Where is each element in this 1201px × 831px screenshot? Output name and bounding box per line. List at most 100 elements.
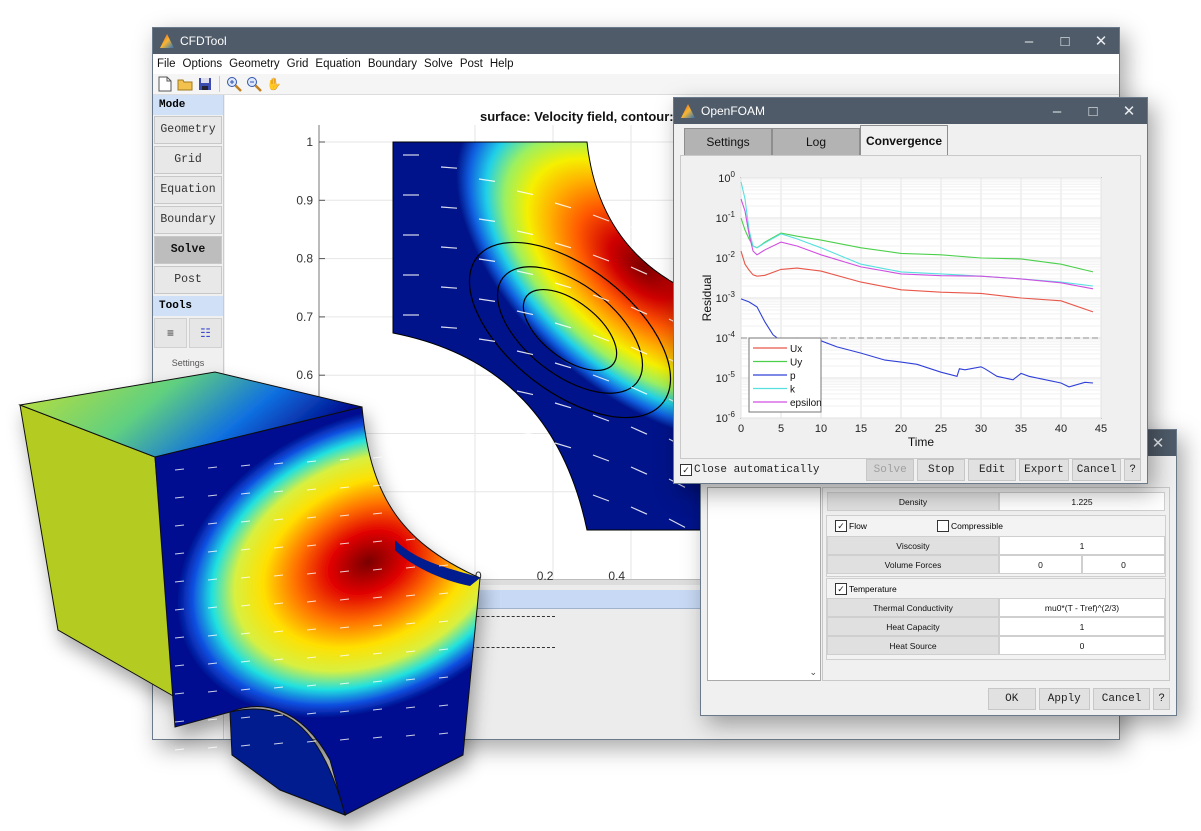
velocity-arrow	[516, 470, 534, 476]
velocity-arrow	[438, 452, 449, 455]
tab-settings[interactable]: Settings	[684, 128, 772, 156]
heat-source-input[interactable]: 0	[999, 636, 1165, 655]
openfoam-titlebar[interactable]: OpenFOAM – □ ✕	[674, 98, 1147, 124]
heat-source-row: Heat Source 0	[827, 636, 1165, 655]
pan-hand-icon[interactable]: ✋	[266, 76, 282, 92]
thermal-conductivity-input[interactable]: mu0*(T - Tref)^(2/3)	[999, 598, 1165, 617]
temperature-checkbox[interactable]: ✓ Temperature	[835, 583, 897, 595]
menu-solve[interactable]: Solve	[424, 58, 453, 70]
help-button[interactable]: ?	[1124, 459, 1141, 481]
y-tick-exponent: -2	[728, 250, 736, 259]
close-button[interactable]: ✕	[1111, 98, 1147, 124]
cancel-button[interactable]: Cancel	[1092, 688, 1151, 710]
mode-button-post[interactable]: Post	[154, 266, 222, 294]
legend-label-Ux: Ux	[790, 344, 802, 355]
velocity-arrow	[516, 430, 534, 436]
settings-globe-icon[interactable]: ☷	[189, 318, 222, 348]
heat-capacity-input[interactable]: 1	[999, 617, 1165, 636]
x-tick-label: 15	[855, 423, 867, 435]
density-label: Density	[827, 492, 999, 511]
export-button[interactable]: Export	[1019, 459, 1069, 481]
mode-button-equation[interactable]: Equation	[154, 176, 222, 204]
menu-file[interactable]: File	[157, 58, 176, 70]
menu-options[interactable]: Options	[183, 58, 223, 70]
close-button[interactable]: ✕	[1083, 28, 1119, 54]
flow-label: Flow	[849, 521, 867, 531]
volume-force-y-input[interactable]: 0	[1082, 555, 1165, 574]
subdomain-list[interactable]: ⌄	[707, 487, 821, 681]
volume-forces-label: Volume Forces	[827, 555, 999, 574]
legend-label-Uy: Uy	[790, 358, 802, 369]
ok-button[interactable]: OK	[987, 688, 1036, 710]
y-tick-label: 10-3	[716, 290, 736, 305]
heat-capacity-row: Heat Capacity 1	[827, 617, 1165, 636]
cancel-button[interactable]: Cancel	[1071, 459, 1122, 481]
convergence-chart[interactable]: 0 5 10 15 20 25 30 35 40 45 100 10-1 10-2 10-3 10-4 10-…	[681, 156, 1140, 456]
checkbox-checked-icon[interactable]: ✓	[835, 583, 847, 595]
x-axis-label: Time	[908, 435, 935, 449]
mode-header: Mode	[153, 95, 223, 115]
y-tick-exponent: -5	[728, 370, 736, 379]
menu-equation[interactable]: Equation	[315, 58, 360, 70]
menu-boundary[interactable]: Boundary	[368, 58, 417, 70]
chevron-down-icon[interactable]: ⌄	[809, 667, 817, 678]
save-icon[interactable]	[197, 76, 213, 92]
mode-button-grid[interactable]: Grid	[154, 146, 222, 174]
velocity-arrow	[438, 480, 449, 483]
y-tick-label: 10-2	[716, 250, 736, 265]
volume-force-x-input[interactable]: 0	[999, 555, 1082, 574]
velocity-arrow	[372, 456, 383, 459]
cfdtool-titlebar[interactable]: CFDTool – □ ✕	[153, 28, 1119, 54]
window-title: CFDTool	[180, 34, 227, 48]
apply-button[interactable]: Apply	[1038, 688, 1090, 710]
properties-panel: Density 1.225 ✓ Flow Compressible Viscos…	[822, 487, 1170, 681]
tab-convergence[interactable]: Convergence	[860, 125, 948, 155]
minimize-button[interactable]: –	[1011, 28, 1047, 54]
y-tick-label: 10-1	[716, 210, 736, 225]
flow-checkbox[interactable]: ✓ Flow Compressible	[835, 520, 1003, 532]
minimize-button[interactable]: –	[1039, 98, 1075, 124]
density-input[interactable]: 1.225	[999, 492, 1165, 511]
x-tick-label: 35	[1015, 423, 1027, 435]
volume-forces-row: Volume Forces 0 0	[827, 555, 1165, 574]
stop-button[interactable]: Stop	[917, 459, 966, 481]
x-tick-label: 5	[778, 423, 784, 435]
menu-bar: File Options Geometry Grid Equation Boun…	[153, 54, 1119, 74]
toolbar-separator	[219, 76, 220, 92]
close-automatically-checkbox[interactable]: ✓	[680, 464, 692, 476]
open-folder-icon[interactable]	[177, 76, 193, 92]
mode-button-solve[interactable]: Solve	[154, 236, 222, 264]
zoom-out-icon[interactable]	[246, 76, 262, 92]
maximize-button[interactable]: □	[1075, 98, 1111, 124]
edit-button[interactable]: Edit	[968, 459, 1017, 481]
3d-velocity-render	[18, 371, 481, 816]
y-tick-label: 0.7	[296, 310, 313, 324]
new-file-icon[interactable]	[157, 76, 173, 92]
legend-label-p: p	[790, 371, 796, 382]
y-tick-label: 0.8	[296, 252, 313, 266]
menu-post[interactable]: Post	[460, 58, 483, 70]
openfoam-bottom-bar: ✓ Close automatically Solve Stop Edit Ex…	[680, 459, 1141, 481]
menu-help[interactable]: Help	[490, 58, 514, 70]
checkbox-checked-icon[interactable]: ✓	[835, 520, 847, 532]
x-tick-label: 20	[895, 423, 907, 435]
equal-icon[interactable]: ≡	[154, 318, 187, 348]
thermal-conductivity-label: Thermal Conductivity	[827, 598, 999, 617]
window-title: OpenFOAM	[701, 104, 766, 118]
x-tick-label: 40	[1055, 423, 1067, 435]
maximize-button[interactable]: □	[1047, 28, 1083, 54]
solve-button[interactable]: Solve	[866, 459, 915, 481]
velocity-arrow	[438, 508, 449, 511]
zoom-in-icon[interactable]	[226, 76, 242, 92]
menu-grid[interactable]: Grid	[287, 58, 309, 70]
help-button[interactable]: ?	[1153, 688, 1170, 710]
tab-log[interactable]: Log	[772, 128, 860, 156]
compressible-checkbox[interactable]	[936, 520, 949, 532]
tools-row: ≡ ☷	[154, 318, 222, 348]
viscosity-input[interactable]: 1	[999, 536, 1165, 555]
menu-geometry[interactable]: Geometry	[229, 58, 280, 70]
x-tick-label: 30	[975, 423, 987, 435]
velocity-arrow	[438, 536, 449, 539]
mode-button-geometry[interactable]: Geometry	[154, 116, 222, 144]
mode-button-boundary[interactable]: Boundary	[154, 206, 222, 234]
